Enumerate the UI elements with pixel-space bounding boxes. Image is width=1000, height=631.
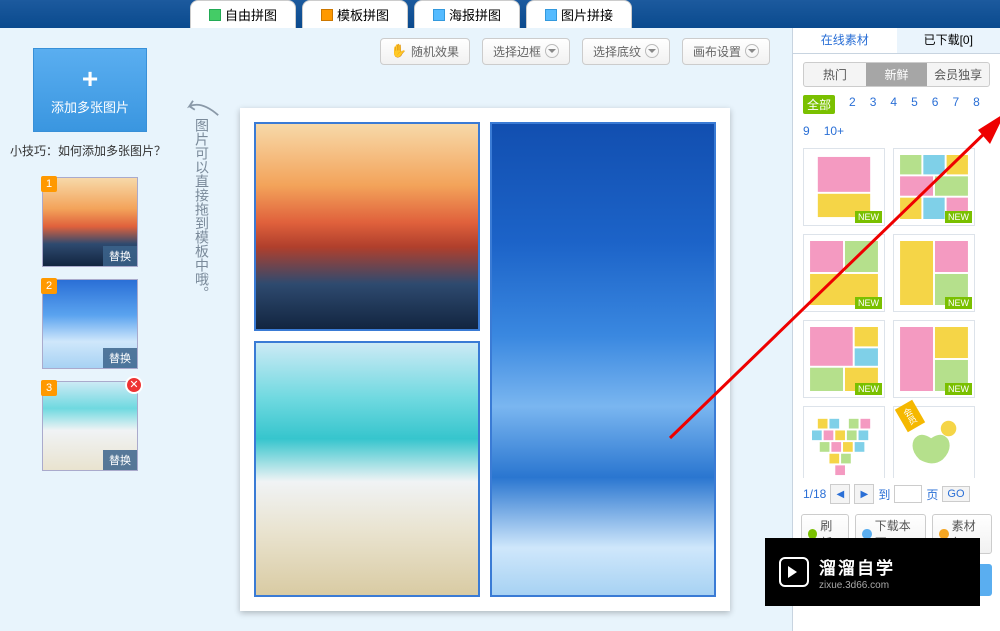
plus-icon: + — [82, 65, 98, 93]
chevron-down-icon — [545, 44, 559, 58]
top-tab-bar: 自由拼图 模板拼图 海报拼图 图片拼接 — [0, 0, 1000, 28]
page-info: 1/18 — [803, 487, 826, 501]
chevron-down-icon — [645, 44, 659, 58]
prev-page-button[interactable]: ◀ — [830, 484, 850, 504]
template-item[interactable]: NEW — [803, 320, 885, 398]
template-item[interactable]: 会员 — [893, 406, 975, 478]
thumb-3[interactable]: 3 ✕ 替换 — [42, 381, 138, 471]
template-icon — [321, 9, 333, 21]
tab-online[interactable]: 在线素材 — [793, 28, 897, 53]
tab-stitch[interactable]: 图片拼接 — [526, 0, 632, 28]
template-grid: NEW NEW NEW NEW NEW NEW 会员 — [793, 138, 1000, 478]
tab-template[interactable]: 模板拼图 — [302, 0, 408, 28]
template-item[interactable]: NEW — [803, 148, 885, 226]
canvas-frame — [240, 108, 730, 611]
tab-free-label: 自由拼图 — [225, 5, 277, 24]
texture-dropdown[interactable]: 选择底纹 — [582, 38, 670, 65]
tab-free[interactable]: 自由拼图 — [190, 0, 296, 28]
random-button[interactable]: ✋随机效果 — [380, 38, 470, 65]
drag-hint-text: 图片可以直接拖到模板中哦。 — [188, 118, 210, 300]
watermark-name: 溜溜自学 — [819, 554, 895, 579]
tab-template-label: 模板拼图 — [337, 5, 389, 24]
slot-2[interactable] — [490, 122, 716, 597]
tab-downloaded[interactable]: 已下载[0] — [897, 28, 1000, 53]
tab-poster[interactable]: 海报拼图 — [414, 0, 520, 28]
new-badge: NEW — [945, 383, 972, 395]
subtab-new[interactable]: 新鲜 — [866, 63, 928, 86]
stitch-icon — [545, 9, 557, 21]
new-badge: NEW — [945, 211, 972, 223]
tab-poster-label: 海报拼图 — [449, 5, 501, 24]
subtab-hot[interactable]: 热门 — [804, 63, 866, 86]
swap-button[interactable]: 替换 — [103, 348, 137, 368]
free-icon — [209, 9, 221, 21]
new-badge: NEW — [855, 297, 882, 309]
template-item[interactable]: NEW — [803, 234, 885, 312]
new-badge: NEW — [855, 211, 882, 223]
new-badge: NEW — [855, 383, 882, 395]
random-icon: ✋ — [391, 43, 407, 59]
thumb-badge: 2 — [41, 278, 57, 294]
template-item[interactable]: NEW — [893, 320, 975, 398]
hint-arrow-icon — [184, 98, 220, 118]
collage-canvas[interactable] — [254, 122, 716, 597]
page-input[interactable] — [894, 485, 922, 503]
filter-all[interactable]: 全部 — [803, 95, 835, 114]
thumb-badge: 1 — [41, 176, 57, 192]
filter-6[interactable]: 6 — [932, 95, 939, 114]
watermark: 溜溜自学 zixue.3d66.com — [765, 538, 980, 606]
canvas-label: 画布设置 — [693, 43, 741, 60]
slot-3[interactable] — [254, 341, 480, 598]
left-panel: + 添加多张图片 小技巧：如何添加多张图片？ 1 替换 2 替换 3 ✕ 替换 — [0, 28, 180, 503]
page-unit-label: 页 — [926, 486, 938, 503]
filter-9[interactable]: 9 — [803, 124, 810, 138]
template-item[interactable]: NEW — [893, 234, 975, 312]
swap-button[interactable]: 替换 — [103, 246, 137, 266]
filter-8[interactable]: 8 — [973, 95, 980, 114]
tip-link[interactable]: 小技巧：如何添加多张图片？ — [10, 142, 170, 159]
delete-icon[interactable]: ✕ — [125, 376, 143, 394]
random-label: 随机效果 — [411, 43, 459, 60]
thumb-2[interactable]: 2 替换 — [42, 279, 138, 369]
add-images-button[interactable]: + 添加多张图片 — [33, 48, 147, 132]
go-button[interactable]: GO — [942, 486, 969, 502]
poster-icon — [433, 9, 445, 21]
watermark-url: zixue.3d66.com — [819, 580, 895, 591]
pager: 1/18 ◀ ▶ 到 页 GO — [793, 478, 1000, 510]
swap-button[interactable]: 替换 — [103, 450, 137, 470]
canvas-area: ✋随机效果 选择边框 选择底纹 画布设置 图片可以直接拖到模板中哦。 — [180, 28, 790, 631]
tab-stitch-label: 图片拼接 — [561, 5, 613, 24]
new-badge: NEW — [945, 297, 972, 309]
filter-7[interactable]: 7 — [952, 95, 959, 114]
template-item[interactable] — [803, 406, 885, 478]
next-page-button[interactable]: ▶ — [854, 484, 874, 504]
thumb-1[interactable]: 1 替换 — [42, 177, 138, 267]
border-dropdown[interactable]: 选择边框 — [482, 38, 570, 65]
right-tabs: 在线素材 已下载[0] — [793, 28, 1000, 54]
toolbar: ✋随机效果 选择边框 选择底纹 画布设置 — [180, 28, 790, 64]
add-images-label: 添加多张图片 — [51, 97, 129, 116]
thumb-badge: 3 — [41, 380, 57, 396]
subtab-member[interactable]: 会员独享 — [927, 63, 989, 86]
slot-1[interactable] — [254, 122, 480, 331]
filter-2[interactable]: 2 — [849, 95, 856, 114]
play-icon — [779, 557, 809, 587]
filter-10plus[interactable]: 10+ — [824, 124, 844, 138]
page-to-label: 到 — [878, 486, 890, 503]
filter-4[interactable]: 4 — [890, 95, 897, 114]
canvas-dropdown[interactable]: 画布设置 — [682, 38, 770, 65]
count-filter: 全部 2 3 4 5 6 7 8 9 10+ — [793, 95, 1000, 138]
sub-tabs: 热门 新鲜 会员独享 — [803, 62, 990, 87]
filter-3[interactable]: 3 — [870, 95, 877, 114]
chevron-down-icon — [745, 44, 759, 58]
filter-5[interactable]: 5 — [911, 95, 918, 114]
texture-label: 选择底纹 — [593, 43, 641, 60]
border-label: 选择边框 — [493, 43, 541, 60]
template-item[interactable]: NEW — [893, 148, 975, 226]
